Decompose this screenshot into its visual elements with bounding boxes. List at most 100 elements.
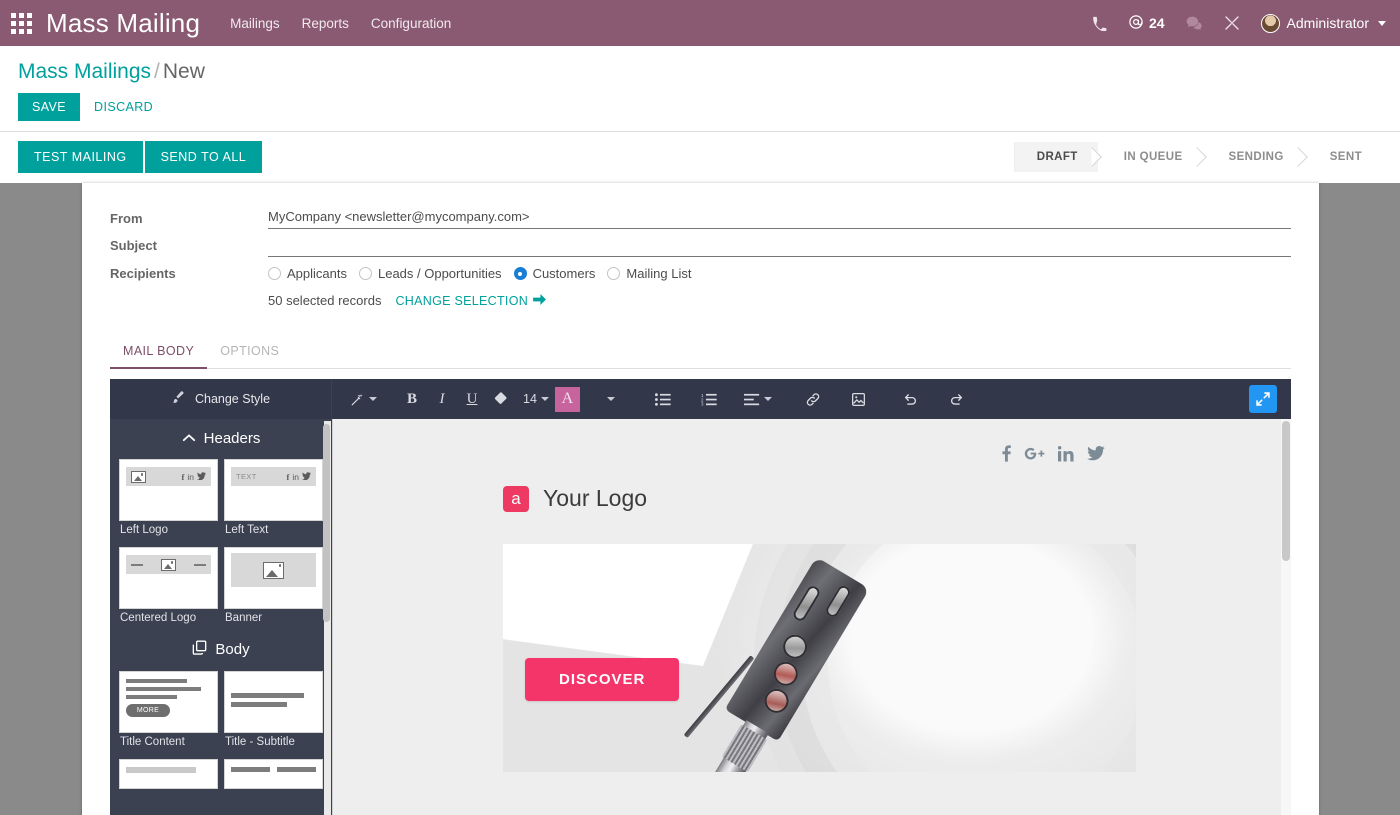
facebook-icon: f <box>286 471 290 482</box>
breadcrumb-row: Mass Mailings / New <box>0 46 1400 84</box>
snippet-label: Left Logo <box>120 524 168 536</box>
chat-bubble-icon[interactable] <box>1186 16 1203 31</box>
radio-customers[interactable]: Customers <box>513 266 595 281</box>
status-sending[interactable]: SENDING <box>1202 142 1304 172</box>
snippets-scrollbar-track[interactable] <box>323 421 331 815</box>
twitter-icon <box>302 471 311 482</box>
status-sent[interactable]: SENT <box>1303 142 1382 172</box>
preview-scrollbar-thumb[interactable] <box>1282 421 1290 561</box>
copy-icon <box>192 640 207 659</box>
eraser-icon[interactable] <box>487 384 517 414</box>
mentions-counter[interactable]: 24 <box>1128 14 1165 33</box>
background-wedge <box>503 544 753 666</box>
snippet-partial-right[interactable] <box>224 759 323 789</box>
snippet-partial-left[interactable] <box>119 759 218 789</box>
unordered-list-icon[interactable] <box>648 384 678 414</box>
subject-field-row: Subject <box>110 232 1291 257</box>
snippets-scrollbar-thumb[interactable] <box>323 424 330 622</box>
google-plus-icon[interactable] <box>1024 446 1045 466</box>
page-background: From Subject Recipients Applicants <box>0 183 1400 815</box>
font-size-selector[interactable]: 14 <box>517 392 555 406</box>
chevron-down-icon <box>1378 20 1386 26</box>
radio-dot-icon <box>358 267 372 280</box>
snippet-section-headers[interactable]: Headers <box>119 419 323 459</box>
radio-mailing-list[interactable]: Mailing List <box>607 266 691 281</box>
linkedin-icon: in <box>187 471 194 482</box>
snippet-title-content[interactable]: MORE Title Content <box>119 671 218 753</box>
tab-mail-body[interactable]: MAIL BODY <box>110 336 208 369</box>
tab-options[interactable]: OPTIONS <box>207 336 292 369</box>
twitter-icon[interactable] <box>1087 446 1105 466</box>
nav-item-reports[interactable]: Reports <box>302 16 349 31</box>
snippet-label: Banner <box>225 612 263 624</box>
facebook-icon[interactable] <box>1002 445 1011 467</box>
save-button[interactable]: SAVE <box>18 93 81 121</box>
user-menu[interactable]: Administrator <box>1260 13 1386 33</box>
hero-banner-image[interactable]: DISCOVER <box>503 544 1136 772</box>
twitter-icon <box>197 471 206 482</box>
snippet-thumb <box>224 671 323 733</box>
color-dropdown-icon[interactable] <box>596 384 626 414</box>
chevron-up-icon <box>182 430 196 447</box>
preview-scrollbar-track[interactable] <box>1281 419 1291 815</box>
align-icon[interactable] <box>740 384 776 414</box>
from-input[interactable] <box>268 205 1291 229</box>
snippet-label: Left Text <box>225 524 269 536</box>
social-icons-mini: f in <box>287 472 311 482</box>
mailing-form: From Subject Recipients Applicants <box>110 205 1291 308</box>
ordered-list-icon[interactable]: 123 <box>694 384 724 414</box>
snippet-thumb <box>224 759 323 789</box>
redo-icon[interactable] <box>942 384 972 414</box>
snippet-section-body[interactable]: Body <box>119 629 323 671</box>
divider-line <box>131 563 143 566</box>
status-draft[interactable]: DRAFT <box>1014 142 1098 172</box>
bold-icon[interactable]: B <box>397 384 427 414</box>
discard-button[interactable]: DISCARD <box>92 93 155 121</box>
linkedin-icon[interactable] <box>1057 445 1074 467</box>
app-brand-title: Mass Mailing <box>46 7 201 38</box>
recipients-radio-group: Applicants Leads / Opportunities Custome… <box>268 260 1291 281</box>
undo-icon[interactable] <box>896 384 926 414</box>
link-icon[interactable] <box>798 384 828 414</box>
snippet-left-logo[interactable]: f in Left Logo <box>119 459 218 541</box>
nav-item-configuration[interactable]: Configuration <box>371 16 451 31</box>
wrench-tools-icon[interactable] <box>1224 15 1240 31</box>
nav-item-mailings[interactable]: Mailings <box>230 16 280 31</box>
change-selection-label: CHANGE SELECTION <box>395 293 529 308</box>
navbar-menu: Mailings Reports Configuration <box>230 16 451 31</box>
radio-dot-icon <box>607 267 621 280</box>
expand-fullscreen-icon[interactable] <box>1249 385 1277 413</box>
send-to-all-button[interactable]: SEND TO ALL <box>144 141 263 173</box>
status-in-queue[interactable]: IN QUEUE <box>1097 142 1203 172</box>
logo-text[interactable]: Your Logo <box>543 485 647 512</box>
phone-icon[interactable] <box>1092 16 1107 31</box>
change-selection-button[interactable]: CHANGE SELECTION <box>395 293 546 308</box>
image-icon[interactable] <box>844 384 874 414</box>
at-icon <box>1128 14 1144 33</box>
subject-label: Subject <box>110 238 157 253</box>
snippet-left-text[interactable]: TEXT f in Left Text <box>224 459 323 541</box>
email-preview-pane[interactable]: a Your Logo DISCOVER <box>332 419 1291 815</box>
radio-dot-icon <box>268 267 281 280</box>
radio-applicants[interactable]: Applicants <box>268 266 347 281</box>
radio-leads-opportunities[interactable]: Leads / Opportunities <box>358 266 502 281</box>
preview-social-links <box>333 419 1291 467</box>
snippet-thumb <box>119 547 218 609</box>
radio-label: Applicants <box>287 266 347 281</box>
italic-icon[interactable]: I <box>427 384 457 414</box>
discover-cta-button[interactable]: DISCOVER <box>525 658 680 701</box>
apps-grid-icon[interactable] <box>8 10 34 36</box>
snippet-centered-logo[interactable]: Centered Logo <box>119 547 218 629</box>
snippet-banner[interactable]: Banner <box>224 547 323 629</box>
underline-icon[interactable]: U <box>457 384 487 414</box>
change-style-button[interactable]: Change Style <box>110 379 332 419</box>
status-bar: DRAFT IN QUEUE SENDING SENT <box>1013 142 1400 172</box>
snippet-title-subtitle[interactable]: Title - Subtitle <box>224 671 323 753</box>
text-color-icon[interactable]: A <box>554 386 580 412</box>
image-placeholder-icon <box>161 558 176 571</box>
snippet-more-badge: MORE <box>126 704 170 717</box>
breadcrumb-root-link[interactable]: Mass Mailings <box>18 60 151 83</box>
subject-input[interactable] <box>268 232 1291 257</box>
test-mailing-button[interactable]: TEST MAILING <box>18 141 143 173</box>
magic-wand-icon[interactable] <box>346 384 381 414</box>
